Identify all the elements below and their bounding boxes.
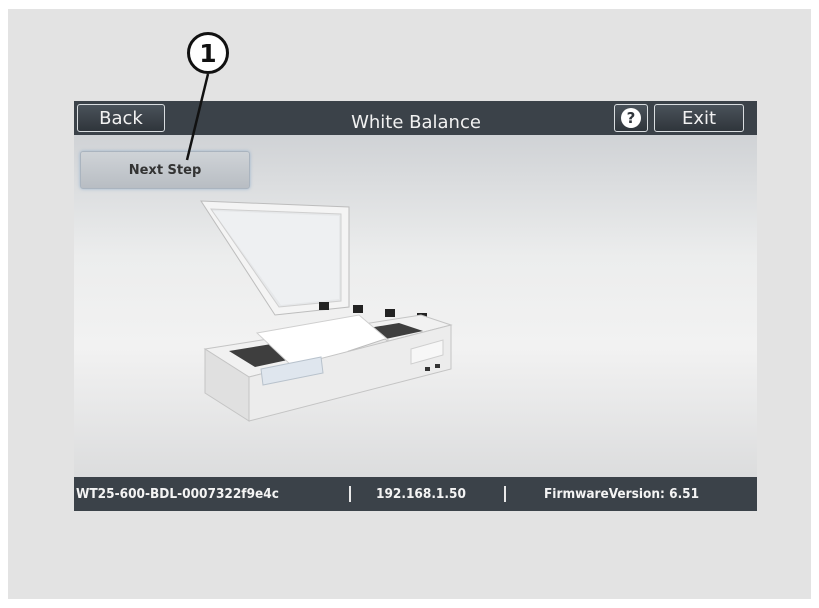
top-bar: Back White Balance ? Exit [74, 101, 757, 135]
device-screen: Back White Balance ? Exit Next Step WT25… [74, 101, 757, 511]
help-button[interactable]: ? [614, 104, 648, 132]
divider [504, 486, 506, 502]
exit-button[interactable]: Exit [654, 104, 744, 132]
ip-address: 192.168.1.50 [376, 486, 466, 502]
scanner-illustration [200, 200, 453, 422]
page-title: White Balance [351, 112, 481, 133]
callout-number: 1 [187, 32, 229, 74]
device-id: WT25-600-BDL-0007322f9e4c [76, 486, 279, 502]
question-circle-icon: ? [621, 108, 641, 128]
divider [349, 486, 351, 502]
firmware-version: FirmwareVersion: 6.51 [544, 486, 700, 502]
status-bar: WT25-600-BDL-0007322f9e4c 192.168.1.50 F… [74, 477, 757, 511]
next-step-button[interactable]: Next Step [80, 151, 250, 189]
back-button[interactable]: Back [77, 104, 165, 132]
